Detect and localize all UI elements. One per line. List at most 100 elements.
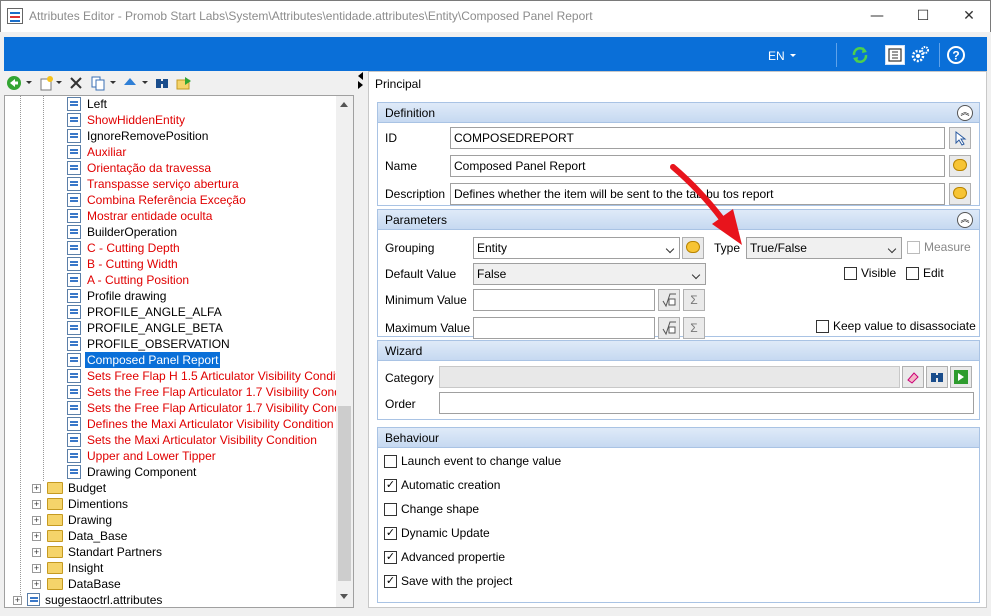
collapse-icon[interactable]: ︽ [957, 212, 973, 228]
help-button[interactable]: ? [946, 45, 966, 65]
chevron-down-icon[interactable] [110, 81, 116, 84]
description-field[interactable]: Defines whether the item will be sent to… [450, 183, 945, 205]
attribute-tree[interactable]: Left ShowHiddenEntity IgnoreRemovePositi… [4, 95, 354, 608]
chevron-down-icon [665, 244, 675, 254]
chevron-down-icon[interactable] [56, 81, 62, 84]
expand-icon[interactable]: + [32, 484, 41, 493]
maximum-value-field[interactable] [473, 317, 655, 339]
behaviour-group: Behaviour Launch event to change value ✓… [377, 427, 980, 603]
clear-category-button[interactable] [902, 366, 924, 388]
measure-checkbox[interactable] [907, 241, 920, 254]
tree-scrollbar[interactable] [336, 96, 353, 607]
move-up-icon[interactable] [122, 75, 138, 91]
visible-label: Visible [861, 266, 897, 280]
visible-checkbox[interactable] [844, 267, 857, 280]
edit-label: Edit [923, 266, 944, 280]
category-field[interactable] [439, 366, 900, 388]
svg-text:?: ? [952, 49, 959, 63]
settings-button[interactable] [910, 45, 930, 65]
max-formula-button[interactable] [658, 317, 680, 339]
checkbox-label: Dynamic Update [401, 526, 490, 540]
keep-value-checkbox[interactable] [816, 320, 829, 333]
expand-icon[interactable]: + [32, 500, 41, 509]
help-icon: ? [947, 46, 965, 64]
expand-icon[interactable]: + [32, 548, 41, 557]
name-translate-button[interactable] [949, 155, 971, 177]
tree-item-label: Combina Referência Exceção [87, 193, 246, 207]
id-action-button[interactable] [949, 127, 971, 149]
tree-folder[interactable]: + DataBase [32, 576, 232, 592]
tree-folder[interactable]: + Budget [32, 480, 232, 496]
max-sum-button[interactable]: Σ [683, 317, 705, 339]
tree-folder[interactable]: + Insight [32, 560, 232, 576]
minimize-button[interactable]: — [854, 1, 900, 32]
close-button[interactable]: ✕ [946, 1, 991, 32]
expand-icon[interactable]: + [32, 580, 41, 589]
copy-icon[interactable] [90, 75, 106, 91]
export-icon[interactable] [176, 75, 192, 91]
chevron-down-icon[interactable] [26, 81, 32, 84]
find-icon[interactable] [154, 75, 170, 91]
tree-folder-label: DataBase [68, 577, 121, 591]
tree-folder[interactable]: + Standart Partners [32, 544, 232, 560]
type-label: Type [714, 241, 741, 255]
description-translate-button[interactable] [949, 183, 971, 205]
refresh-button[interactable] [850, 45, 870, 65]
scroll-up-icon[interactable] [340, 102, 348, 107]
grouping-select[interactable]: Entity [473, 237, 680, 259]
dynamic-update-checkbox[interactable]: ✓ [384, 527, 397, 540]
minimum-value-field[interactable] [473, 289, 655, 311]
parameters-group: Parameters ︽ Grouping Entity Type True/F… [377, 209, 980, 339]
default-value-select[interactable]: False [473, 263, 706, 285]
expand-icon[interactable]: + [32, 532, 41, 541]
automatic-creation-checkbox[interactable]: ✓ [384, 479, 397, 492]
min-sum-button[interactable]: Σ [683, 289, 705, 311]
tree-item-label: B - Cutting Width [87, 257, 178, 271]
file-icon [27, 593, 40, 606]
gears-icon [911, 46, 929, 63]
maximum-value-label: Maximum Value [385, 321, 471, 335]
scroll-down-icon[interactable] [340, 594, 348, 599]
order-label: Order [385, 397, 416, 411]
delete-icon[interactable] [68, 75, 84, 91]
id-label: ID [385, 131, 397, 145]
save-with-project-checkbox[interactable]: ✓ [384, 575, 397, 588]
collapse-left-icon[interactable] [358, 72, 363, 80]
view-details-button[interactable] [885, 45, 905, 65]
launch-event-checkbox[interactable] [384, 455, 397, 468]
collapse-icon[interactable]: ︽ [957, 105, 973, 121]
expand-icon[interactable]: + [32, 564, 41, 573]
go-category-button[interactable] [950, 366, 972, 388]
name-field[interactable]: Composed Panel Report [450, 155, 945, 177]
scrollbar-thumb[interactable] [338, 406, 351, 581]
eraser-icon [907, 372, 919, 384]
expand-icon[interactable]: + [32, 516, 41, 525]
change-shape-checkbox[interactable] [384, 503, 397, 516]
tree-folder[interactable]: + Data_Base [32, 528, 232, 544]
group-title: Parameters [385, 213, 448, 227]
tree-folder[interactable]: + Drawing [32, 512, 232, 528]
expand-right-icon[interactable] [358, 81, 363, 89]
new-item-icon[interactable] [38, 75, 54, 91]
order-field[interactable] [439, 392, 974, 414]
back-icon[interactable] [6, 75, 22, 91]
find-category-button[interactable] [926, 366, 948, 388]
grouping-translate-button[interactable] [682, 237, 704, 259]
cursor-icon [955, 130, 967, 146]
tree-folder[interactable]: + Dimentions [32, 496, 232, 512]
edit-checkbox[interactable] [906, 267, 919, 280]
type-select[interactable]: True/False [746, 237, 902, 259]
advanced-propertie-checkbox[interactable]: ✓ [384, 551, 397, 564]
attribute-icon [67, 417, 81, 431]
chat-icon [953, 159, 967, 171]
measure-label: Measure [924, 240, 971, 254]
tree-root-file[interactable]: + sugestaoctrl.attributes [13, 592, 213, 607]
group-title: Wizard [385, 344, 423, 358]
language-dropdown[interactable]: EN [768, 49, 785, 63]
expand-icon[interactable]: + [13, 596, 22, 605]
min-formula-button[interactable] [658, 289, 680, 311]
chevron-down-icon[interactable] [142, 81, 148, 84]
folder-icon [47, 562, 63, 574]
maximize-button[interactable]: ☐ [900, 1, 946, 32]
id-field[interactable]: COMPOSEDREPORT [450, 127, 945, 149]
